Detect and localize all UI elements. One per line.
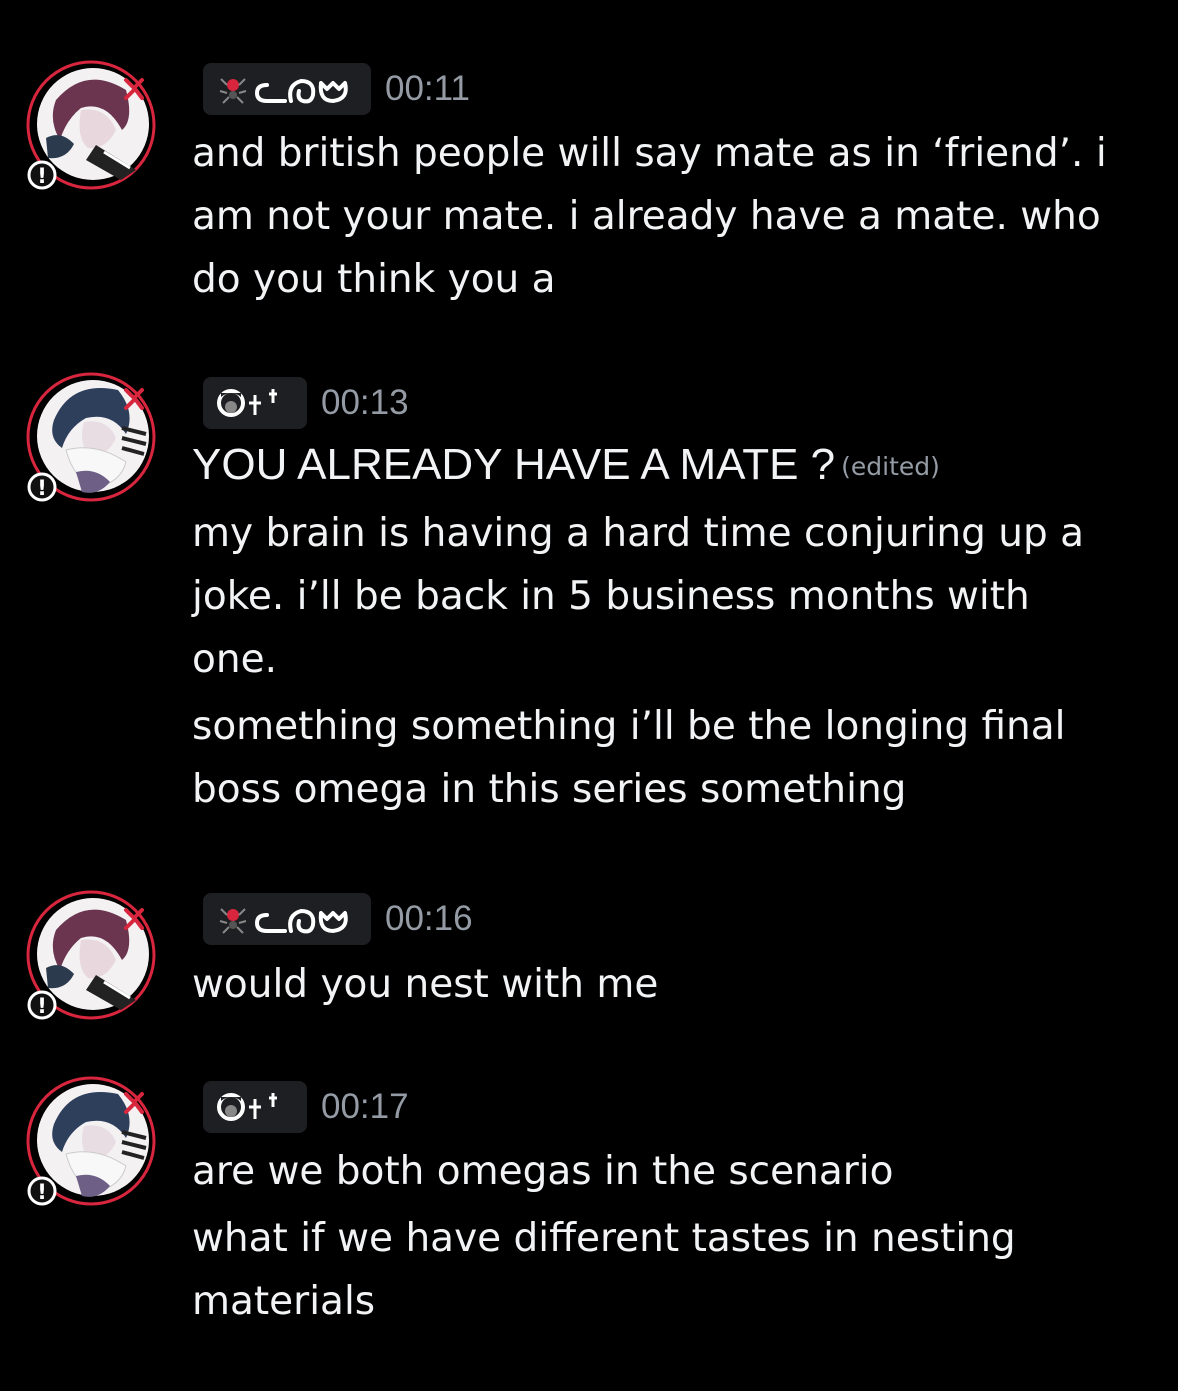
username-tag[interactable] bbox=[203, 1081, 307, 1133]
spider-icon bbox=[219, 78, 247, 104]
username-tag[interactable] bbox=[203, 893, 371, 945]
message-header: 00:17 bbox=[203, 1080, 409, 1134]
message-text: what if we have different tastes in nest… bbox=[192, 1216, 1016, 1324]
message-text: my brain is having a hard time conjuring… bbox=[192, 511, 1085, 682]
avatar-character-one[interactable]: ! bbox=[26, 890, 156, 1020]
svg-text:!: ! bbox=[37, 994, 47, 1018]
svg-text:!: ! bbox=[37, 476, 47, 500]
moon-ring-icon bbox=[217, 389, 245, 417]
avatar-character-two[interactable]: ! bbox=[26, 1076, 156, 1206]
message-header: 00:16 bbox=[203, 892, 473, 946]
message-text-caps: YOU ALREADY HAVE A MATE ? bbox=[192, 440, 836, 489]
message-timestamp: 00:11 bbox=[385, 69, 470, 108]
message-header: 00:11 bbox=[203, 62, 470, 116]
username-tag[interactable] bbox=[203, 63, 371, 115]
message-content: and british people will say mate as in ‘… bbox=[192, 122, 1152, 315]
moon-ring-icon bbox=[217, 1093, 245, 1121]
svg-text:!: ! bbox=[37, 1180, 47, 1204]
message-timestamp: 00:17 bbox=[321, 1087, 409, 1126]
message-text: are we both omegas in the scenario bbox=[192, 1149, 894, 1194]
message-content: would you nest with me bbox=[192, 953, 1152, 1020]
message-header: 00:13 bbox=[203, 376, 409, 430]
message-text: something something i’ll be the longing … bbox=[192, 704, 1066, 812]
message-text: YOU ALREADY HAVE A MATE ? (edited) bbox=[192, 433, 1152, 498]
edited-label: (edited) bbox=[841, 452, 940, 481]
message-content: are we both omegas in the scenario what … bbox=[192, 1140, 1152, 1337]
username-tag[interactable] bbox=[203, 377, 307, 429]
avatar-character-two[interactable]: ! bbox=[26, 372, 156, 502]
message-timestamp: 00:13 bbox=[321, 383, 409, 422]
message-content: YOU ALREADY HAVE A MATE ? (edited) my bra… bbox=[192, 433, 1152, 825]
avatar-character-one[interactable]: ! bbox=[26, 60, 156, 190]
svg-text:!: ! bbox=[37, 164, 47, 188]
message-text: would you nest with me bbox=[192, 962, 659, 1007]
message-text: and british people will say mate as in ‘… bbox=[192, 131, 1107, 302]
spider-icon bbox=[219, 908, 247, 934]
message-timestamp: 00:16 bbox=[385, 899, 473, 938]
